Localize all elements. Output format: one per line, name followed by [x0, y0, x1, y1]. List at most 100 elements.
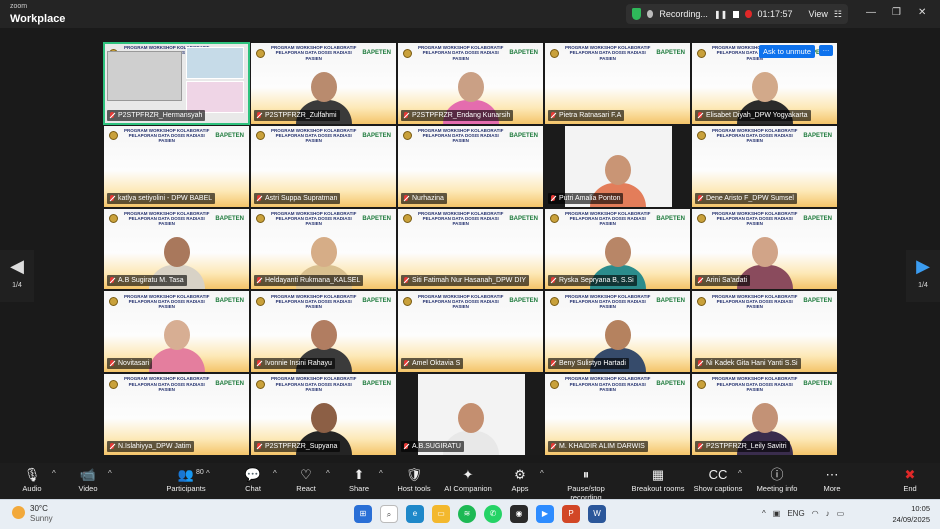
- emblem-icon: [550, 379, 559, 389]
- participant-tile[interactable]: PROGRAM WORKSHOP KOLABORATIFPELAPORAN DA…: [691, 290, 838, 374]
- banner-text: PROGRAM WORKSHOP KOLABORATIFPELAPORAN DA…: [416, 294, 505, 310]
- emblem-icon: [256, 131, 265, 141]
- participant-tile[interactable]: PROGRAM WORKSHOP KOLABORATIFPELAPORAN DA…: [691, 373, 838, 456]
- participant-tile[interactable]: PROGRAM WORKSHOP KOLABORATIFPELAPORAN DA…: [250, 124, 397, 208]
- participant-tile[interactable]: PROGRAM WORKSHOP KOLABORATIFPELAPORAN DA…: [397, 42, 544, 125]
- participant-tile[interactable]: PROGRAM WORKSHOP KOLABORATIFPELAPORAN DA…: [250, 290, 397, 374]
- muted-mic-icon: [698, 194, 702, 201]
- participant-name-text: Arini Sa'adati: [706, 277, 748, 285]
- audio-caret-icon[interactable]: ^: [52, 469, 56, 478]
- participant-tile[interactable]: PROGRAM WORKSHOP KOLABORATIFPELAPORAN DA…: [691, 124, 838, 208]
- breakout-button[interactable]: ▦ Breakout rooms: [628, 466, 688, 493]
- muted-mic-icon: [551, 277, 555, 284]
- hosttools-button[interactable]: 🛡 Host tools: [384, 466, 444, 493]
- participant-tile[interactable]: PROGRAM WORKSHOP KOLABORATIFPELAPORAN DA…: [691, 207, 838, 291]
- language-indicator[interactable]: ENG: [787, 509, 804, 518]
- more-button[interactable]: ⋯ More: [802, 466, 862, 493]
- clock[interactable]: 10:05 24/09/2025: [892, 503, 930, 525]
- breakout-label: Breakout rooms: [631, 484, 685, 493]
- muted-mic-icon: [110, 194, 114, 201]
- end-button[interactable]: ✖ End: [880, 466, 940, 493]
- participant-tile[interactable]: PROGRAM WORKSHOP KOLABORATIFPELAPORAN DA…: [397, 124, 544, 208]
- participant-tile[interactable]: A.B.SUGIRATU: [397, 373, 544, 456]
- participant-name-text: Nurhazina: [412, 194, 444, 202]
- participant-tile[interactable]: PROGRAM WORKSHOP KOLABORATIFPELAPORAN DA…: [544, 373, 691, 456]
- participant-name-text: Siti Fatimah Nur Hasanah_DPW DIY: [412, 277, 526, 285]
- banner-logo: BAPETEN: [803, 215, 832, 222]
- close-icon[interactable]: ✕: [918, 7, 926, 18]
- share-caret-icon[interactable]: ^: [379, 469, 383, 478]
- captions-caret-icon[interactable]: ^: [738, 469, 742, 478]
- muted-mic-icon: [404, 360, 408, 367]
- participant-tile[interactable]: PROGRAM WORKSHOP KOLABORATIFPELAPORAN DA…: [397, 207, 544, 291]
- participant-tile[interactable]: Putri Amalia Ponton: [544, 124, 691, 208]
- participant-tile[interactable]: PROGRAM WORKSHOP KOLABORATIFPELAPORAN DA…: [250, 207, 397, 291]
- pause-recording-icon[interactable]: ❚❚: [714, 10, 727, 19]
- chrome-icon[interactable]: ◉: [510, 505, 528, 523]
- emblem-icon: [697, 48, 706, 58]
- prev-page-button[interactable]: ◀ 1/4: [0, 250, 34, 302]
- whatsapp-icon[interactable]: ✆: [484, 505, 502, 523]
- chevron-up-icon[interactable]: ^: [762, 509, 766, 518]
- weather-widget[interactable]: 30°C Sunny: [12, 504, 53, 524]
- participant-name: P2STPFRZR_Hermansyah: [107, 109, 206, 121]
- meeting-toolbar: 🎙 Audio ^ 📹 Video ^ 👥 80 Participants ^ 💬 Chat ^ ♡ Rea…: [0, 463, 940, 502]
- view-button[interactable]: View: [809, 9, 828, 19]
- participant-name: Ryska Sepryana B, S.Si: [548, 275, 637, 287]
- info-button[interactable]: ⓘ Meeting info: [747, 466, 807, 493]
- participant-tile[interactable]: PROGRAM WORKSHOP KOLABORATIFPELAPORAN DA…: [103, 207, 250, 291]
- participants-label: Participants: [166, 484, 206, 493]
- app-tray-icon[interactable]: ▣: [773, 509, 781, 518]
- minimize-icon[interactable]: —: [866, 7, 876, 18]
- recording-button[interactable]: ⏸ Pause/stop recording: [556, 466, 616, 502]
- more-icon: ⋯: [825, 467, 839, 482]
- participants-caret-icon[interactable]: ^: [206, 469, 210, 478]
- file-explorer-icon[interactable]: ▭: [432, 505, 450, 523]
- start-icon[interactable]: ⊞: [354, 505, 372, 523]
- banner-line-2: PELAPORAN DATA DOSIS RADIASI PASIEN: [275, 298, 352, 309]
- participant-tile[interactable]: PROGRAM WORKSHOP KOLABORATIFPELAPORAN DA…: [103, 290, 250, 374]
- apps-caret-icon[interactable]: ^: [540, 469, 544, 478]
- banner-line-2: PELAPORAN DATA DOSIS RADIASI PASIEN: [716, 298, 793, 309]
- zoom-icon[interactable]: ▶: [536, 505, 554, 523]
- emblem-icon: [550, 214, 559, 224]
- banner-logo: BAPETEN: [803, 381, 832, 388]
- participant-tile[interactable]: PROGRAM WORKSHOP KOLABORATIFPELAPORAN DA…: [544, 42, 691, 125]
- powerpoint-icon[interactable]: P: [562, 505, 580, 523]
- participant-tile[interactable]: PROGRAM WORKSHOP KOLABORATIFPELAPORAN DA…: [103, 124, 250, 208]
- edge-icon[interactable]: e: [406, 505, 424, 523]
- wifi-icon[interactable]: ◠: [812, 509, 819, 518]
- search-icon[interactable]: ⌕: [380, 505, 398, 523]
- participant-tile[interactable]: PROGRAM WORKSHOP KOLABORATIFPELAPORAN DA…: [250, 373, 397, 456]
- banner-line-1: PROGRAM WORKSHOP KOLABORATIF: [270, 376, 357, 382]
- spotify-icon[interactable]: ≋: [458, 505, 476, 523]
- participant-tile[interactable]: PROGRAM WORKSHOP KOLABORATIFPELAPORAN DA…: [691, 42, 838, 125]
- participant-tile[interactable]: PROGRAM WORKSHOP KOLABORATIFPELAPORAN DA…: [103, 373, 250, 456]
- battery-icon[interactable]: ▭: [837, 509, 845, 518]
- emblem-icon: [403, 131, 412, 141]
- tile-banner: PROGRAM WORKSHOP KOLABORATIFPELAPORAN DA…: [692, 291, 837, 311]
- video-caret-icon[interactable]: ^: [108, 469, 112, 478]
- participant-tile[interactable]: PROGRAM WORKSHOP KOLABORATIFPELAPORAN DA…: [544, 290, 691, 374]
- aicompanion-button[interactable]: ✦ AI Companion: [438, 466, 498, 493]
- banner-text: PROGRAM WORKSHOP KOLABORATIFPELAPORAN DA…: [563, 294, 652, 310]
- tile-banner: PROGRAM WORKSHOP KOLABORATIFPELAPORAN DA…: [545, 291, 690, 311]
- participant-tile[interactable]: PROGRAM WORKSHOP KOLABORATIFPELAPORAN DA…: [544, 207, 691, 291]
- tile-banner: PROGRAM WORKSHOP KOLABORATIFPELAPORAN DA…: [545, 374, 690, 394]
- tile-more-button[interactable]: …: [819, 45, 833, 56]
- participant-tile[interactable]: PROGRAM WORKSHOP KOLABORATIFPELAPORAN DA…: [103, 42, 250, 125]
- next-page-button[interactable]: ▶ 1/4: [906, 250, 940, 302]
- restore-icon[interactable]: ❐: [892, 7, 901, 18]
- banner-logo: BAPETEN: [215, 298, 244, 305]
- participant-tile[interactable]: PROGRAM WORKSHOP KOLABORATIFPELAPORAN DA…: [397, 290, 544, 374]
- view-menu-icon[interactable]: ☷: [834, 9, 842, 20]
- participant-tile[interactable]: PROGRAM WORKSHOP KOLABORATIFPELAPORAN DA…: [250, 42, 397, 125]
- word-icon[interactable]: W: [588, 505, 606, 523]
- audio-label: Audio: [22, 484, 42, 493]
- muted-mic-icon: [257, 442, 261, 449]
- shield-icon[interactable]: [632, 8, 641, 20]
- face-shape: [163, 320, 190, 351]
- volume-icon[interactable]: ♪: [826, 509, 830, 518]
- stop-recording-icon[interactable]: [733, 10, 740, 18]
- ask-to-unmute-button[interactable]: Ask to unmute: [759, 45, 815, 58]
